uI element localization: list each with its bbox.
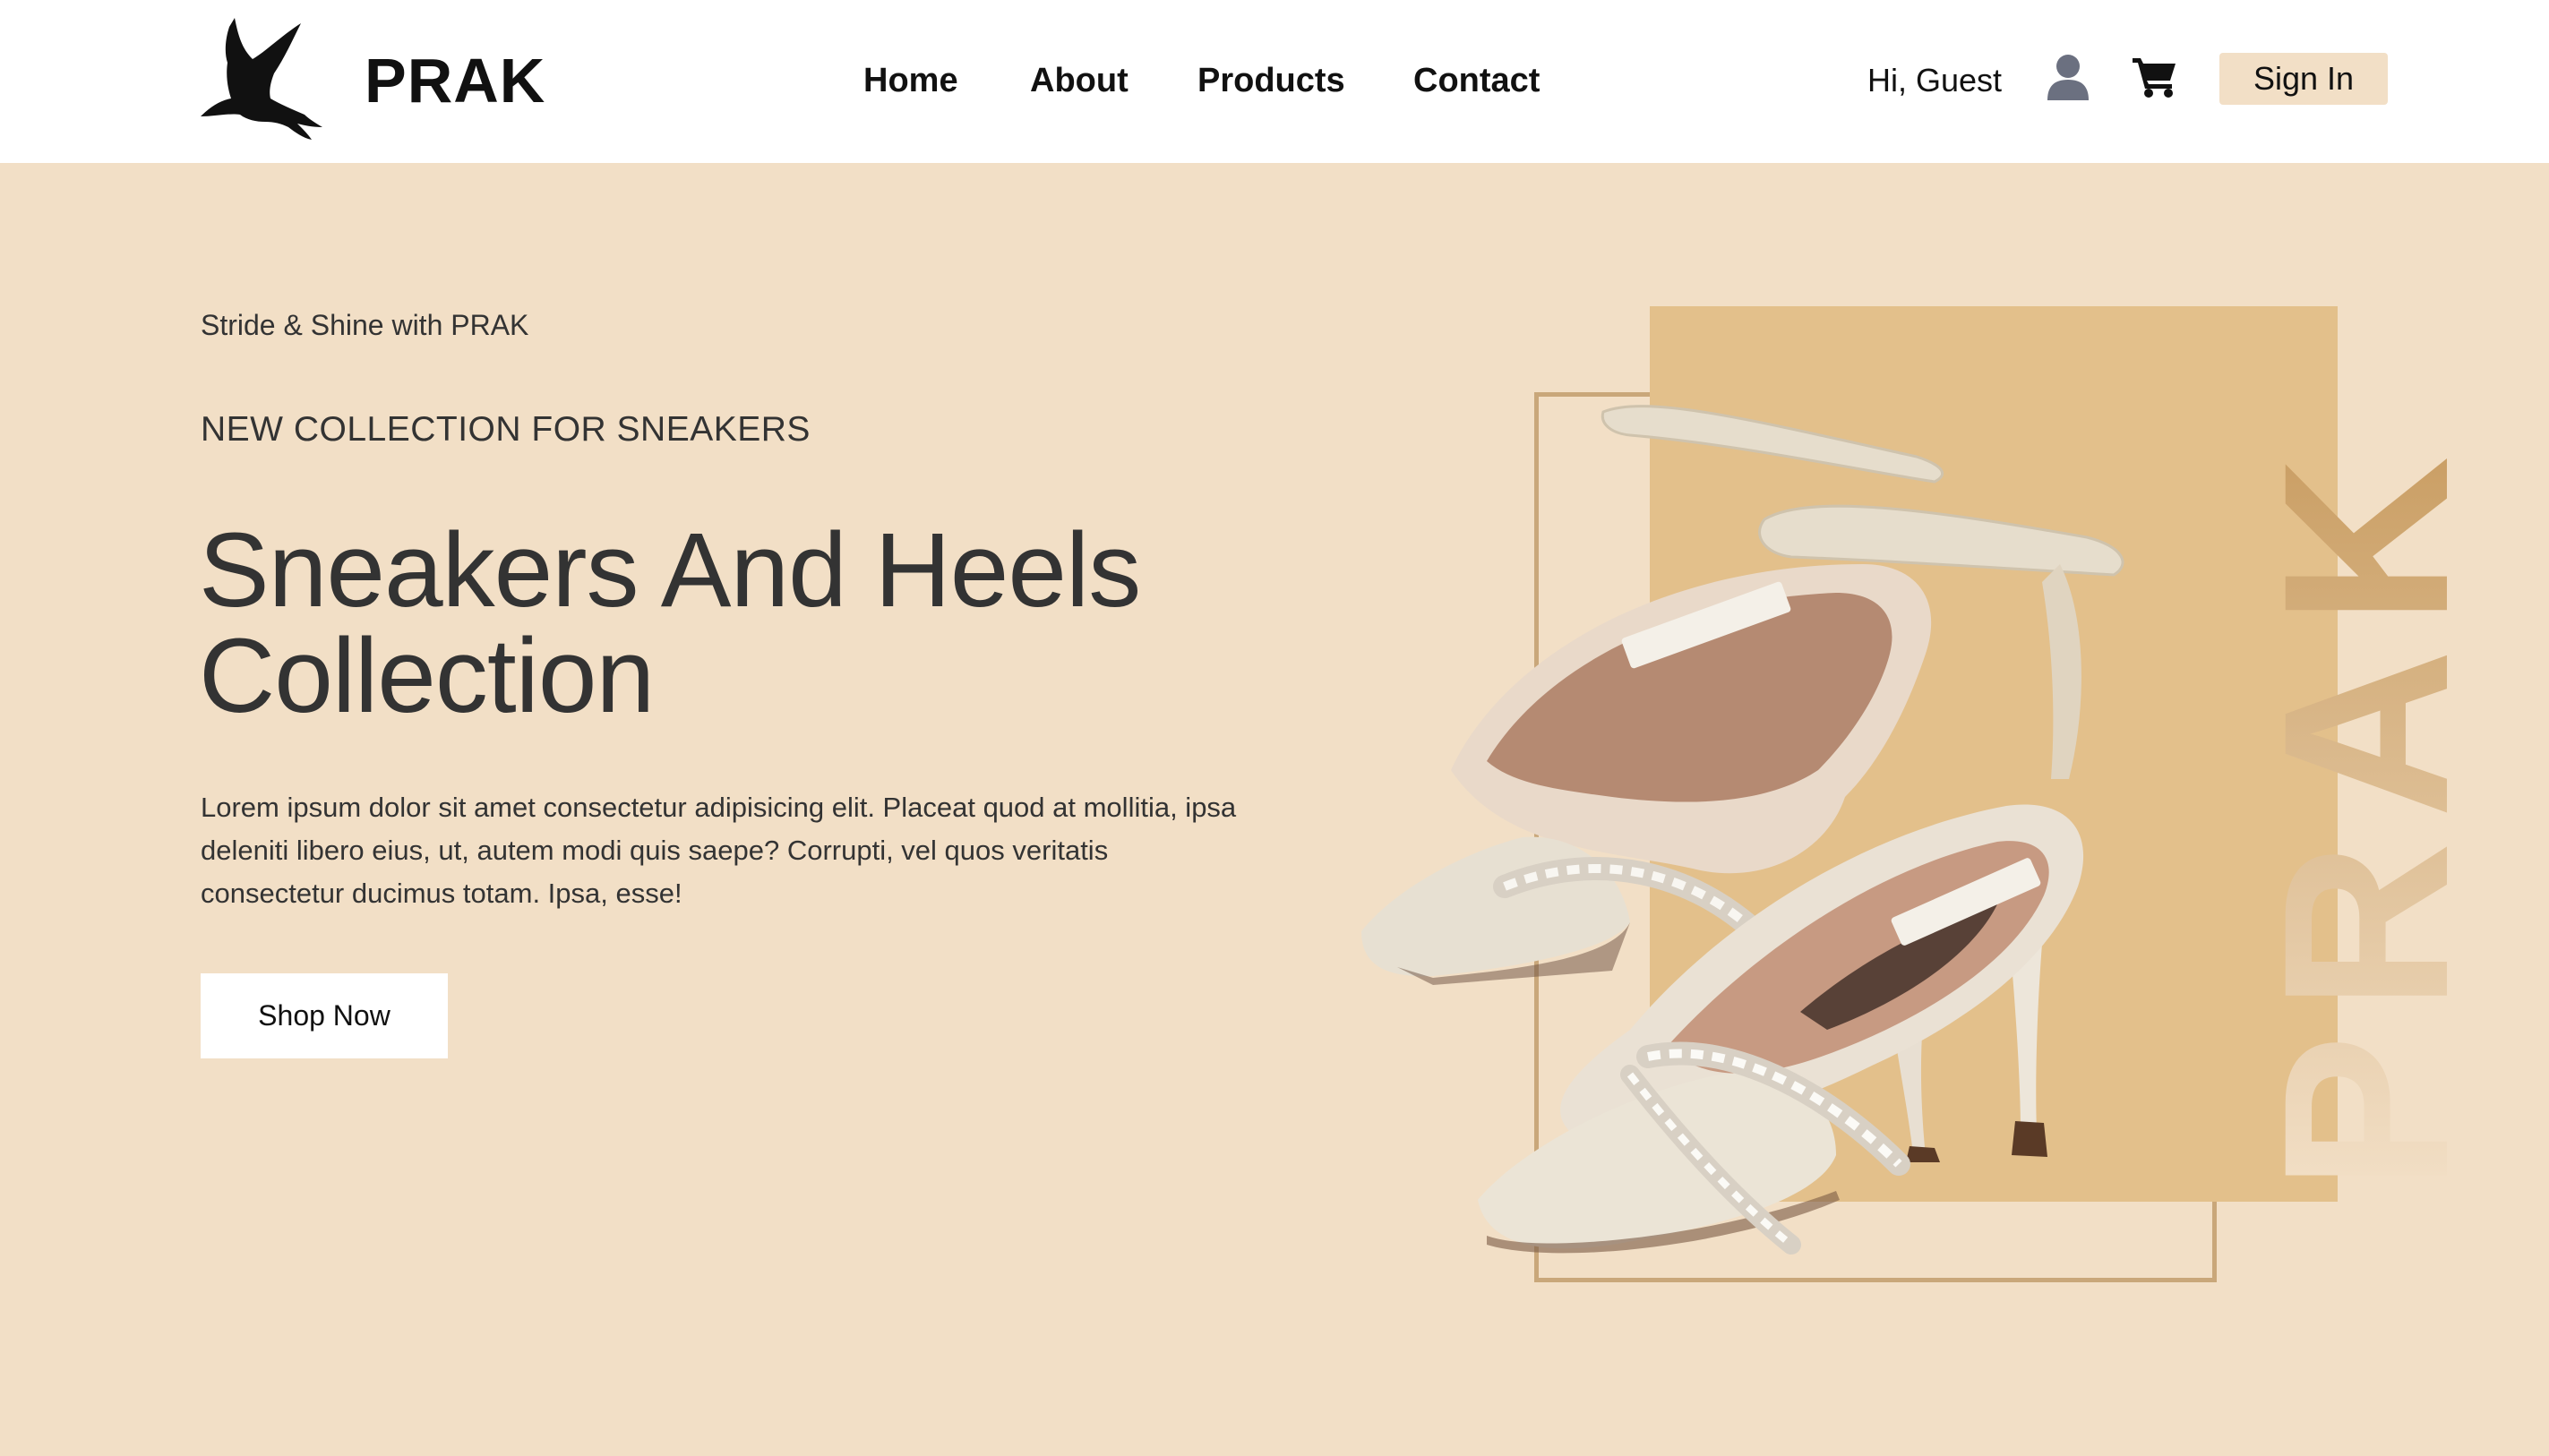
sign-in-button[interactable]: Sign In: [2219, 53, 2388, 105]
cart-icon[interactable]: [2133, 56, 2177, 98]
user-icon[interactable]: [2047, 54, 2089, 100]
brand-name[interactable]: PRAK: [365, 43, 545, 118]
hero-eyebrow: Stride & Shine with PRAK: [201, 309, 529, 341]
site-header: PRAK Home About Products Contact Hi, Gue…: [0, 0, 2549, 163]
high-heel-shoes-image: [1361, 405, 2124, 1255]
nav-products[interactable]: Products: [1197, 56, 1345, 106]
watermark-text: PRAK: [2235, 433, 2463, 1191]
hero-subheading: NEW COLLECTION FOR SNEAKERS: [201, 410, 811, 449]
hero-title-line2: Collection: [199, 617, 655, 735]
nav-contact[interactable]: Contact: [1413, 56, 1540, 106]
user-greeting: Hi, Guest: [1867, 62, 2003, 98]
nav-home[interactable]: Home: [863, 56, 958, 106]
nav-about[interactable]: About: [1030, 56, 1129, 106]
shop-now-button[interactable]: Shop Now: [201, 973, 448, 1058]
bird-logo-icon[interactable]: [199, 16, 326, 145]
brand-watermark: PRAK: [2235, 433, 2463, 1191]
